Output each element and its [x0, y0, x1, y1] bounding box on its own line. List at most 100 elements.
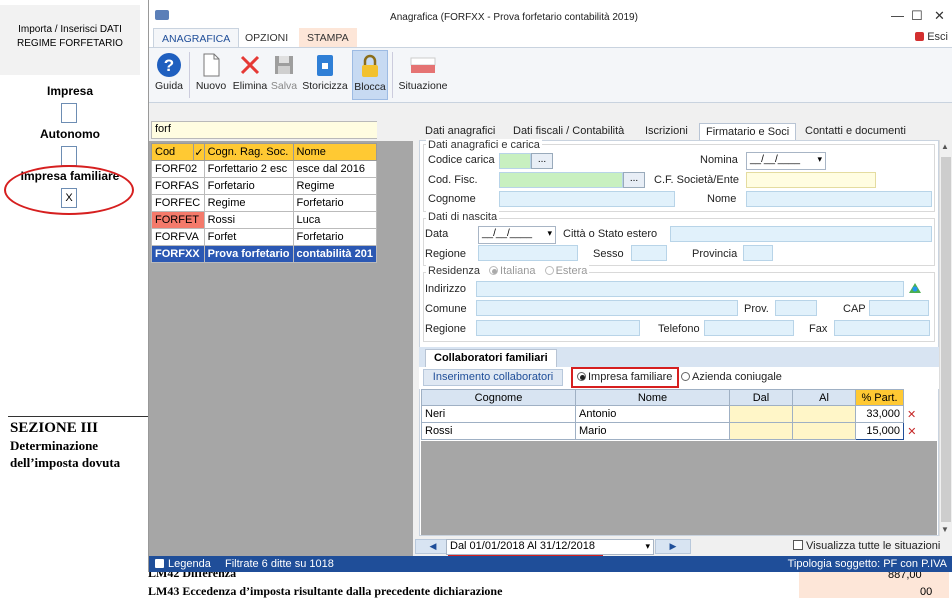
- period-value: Dal 01/01/2018 Al 31/12/2018: [450, 540, 595, 552]
- regione2-label: Regione: [425, 323, 466, 335]
- cell-nome[interactable]: Mario: [575, 422, 730, 440]
- section-title: SEZIONE III: [10, 420, 98, 436]
- lm42-value: 887,00: [888, 572, 922, 581]
- nome-field[interactable]: [746, 191, 932, 207]
- italiana-radio[interactable]: Italiana: [489, 265, 536, 277]
- tab-anagrafica[interactable]: ANAGRAFICA: [153, 28, 240, 48]
- tab-collaboratori-familiari[interactable]: Collaboratori familiari: [425, 349, 557, 367]
- indirizzo-label: Indirizzo: [425, 283, 466, 295]
- col-cogn[interactable]: Cogn. Rag. Soc.: [203, 143, 294, 161]
- situazione-button[interactable]: Situazione: [396, 50, 450, 100]
- inserimento-collaboratori-button[interactable]: Inserimento collaboratori: [423, 369, 563, 386]
- cod-fisc-field[interactable]: [499, 172, 623, 188]
- table-row[interactable]: Rossi Mario 15,000 ✕: [421, 422, 920, 440]
- regione2-field[interactable]: [476, 320, 640, 336]
- elimina-button[interactable]: Elimina: [231, 50, 269, 100]
- fax-field[interactable]: [834, 320, 930, 336]
- table-row[interactable]: FORFVA Forfet Forfetario: [151, 228, 378, 246]
- telefono-field[interactable]: [704, 320, 794, 336]
- table-row[interactable]: FORFET Rossi Luca: [151, 211, 378, 229]
- estera-radio[interactable]: Estera: [544, 265, 587, 277]
- row-cogn: Forfetario: [203, 177, 294, 195]
- cell-part[interactable]: 15,000: [855, 422, 904, 440]
- esci-button[interactable]: Esci: [915, 31, 948, 43]
- table-row[interactable]: FORFEC Regime Forfetario: [151, 194, 378, 212]
- cf-societa-field[interactable]: [746, 172, 876, 188]
- cell-cognome[interactable]: Rossi: [421, 422, 576, 440]
- cap-field[interactable]: [869, 300, 929, 316]
- salva-button[interactable]: Salva: [269, 50, 299, 100]
- col-check[interactable]: ✓: [193, 143, 205, 161]
- regione-field[interactable]: [478, 245, 578, 261]
- row-nome: Regime: [292, 177, 378, 195]
- birth-date-field[interactable]: __/__/____ ▾: [478, 226, 556, 244]
- col-part[interactable]: % Part.: [855, 389, 904, 406]
- minimize-button[interactable]: —: [891, 8, 904, 23]
- provincia-field[interactable]: [743, 245, 773, 261]
- codice-carica-field[interactable]: [499, 153, 531, 169]
- col-cognome[interactable]: Cognome: [421, 389, 576, 406]
- table-row[interactable]: FORFAS Forfetario Regime: [151, 177, 378, 195]
- close-button[interactable]: ✕: [934, 8, 945, 24]
- col-nome[interactable]: Nome: [575, 389, 730, 406]
- tab-contatti-documenti[interactable]: Contatti e documenti: [799, 123, 912, 141]
- scroll-up-icon[interactable]: ▲: [941, 142, 949, 151]
- search-input-area[interactable]: [205, 122, 377, 138]
- col-dal[interactable]: Dal: [729, 389, 793, 406]
- nuovo-button[interactable]: Nuovo: [193, 50, 229, 100]
- table-row-selected[interactable]: FORFXX Prova forfetario contabilità 201: [151, 245, 378, 263]
- scrollbar-thumb[interactable]: [941, 157, 951, 522]
- delete-row-icon[interactable]: ✕: [904, 423, 920, 440]
- guida-button[interactable]: ? Guida: [153, 50, 185, 100]
- legenda-link[interactable]: Legenda: [168, 556, 211, 572]
- blocca-button[interactable]: Blocca: [352, 50, 388, 100]
- azienda-coniugale-radio[interactable]: Azienda coniugale: [681, 371, 782, 383]
- cell-dal[interactable]: [729, 422, 793, 440]
- chevron-down-icon: ▾: [547, 228, 552, 238]
- table-row[interactable]: Neri Antonio 33,000 ✕: [421, 405, 920, 423]
- tab-firmatario-soci[interactable]: Firmatario e Soci: [699, 123, 797, 141]
- cell-al[interactable]: [792, 405, 856, 423]
- tab-iscrizioni[interactable]: Iscrizioni: [639, 123, 694, 141]
- col-nome[interactable]: Nome: [292, 143, 378, 161]
- impresa-familiare-radio[interactable]: Impresa familiare: [577, 371, 672, 383]
- col-cod[interactable]: Cod: [150, 143, 195, 161]
- nomina-date-field[interactable]: __/__/____ ▾: [746, 152, 826, 170]
- tab-opzioni[interactable]: OPZIONI: [237, 28, 296, 48]
- cognome-field[interactable]: [499, 191, 675, 207]
- delete-row-icon[interactable]: ✕: [904, 406, 920, 423]
- storicizza-button[interactable]: Storicizza: [300, 50, 350, 100]
- period-select[interactable]: Dal 01/01/2018 Al 31/12/2018 ▾: [446, 539, 654, 555]
- lm43-line: LM43 Eccedenza d’imposta risultante dall…: [148, 584, 503, 598]
- maximize-button[interactable]: ☐: [911, 8, 923, 24]
- cell-cognome[interactable]: Neri: [421, 405, 576, 423]
- legenda-icon: [155, 559, 164, 568]
- comune-field[interactable]: [476, 300, 738, 316]
- sesso-field[interactable]: [631, 245, 667, 261]
- prov-field[interactable]: [775, 300, 817, 316]
- citta-field[interactable]: [670, 226, 932, 242]
- cell-nome[interactable]: Antonio: [575, 405, 730, 423]
- tab-stampa[interactable]: STAMPA: [299, 28, 357, 48]
- checkbox-icon: [793, 540, 803, 550]
- indirizzo-field[interactable]: [476, 281, 904, 297]
- map-icon[interactable]: [908, 281, 922, 295]
- section-subtitle: Determinazione dell’imposta dovuta: [10, 438, 121, 470]
- col-al[interactable]: Al: [792, 389, 856, 406]
- show-all-checkbox[interactable]: Visualizza tutte le situazioni: [793, 540, 940, 552]
- cell-al[interactable]: [792, 422, 856, 440]
- codice-carica-label: Codice carica: [428, 154, 495, 166]
- nomina-date-value: __/__/____: [750, 154, 801, 165]
- scroll-down-icon[interactable]: ▼: [941, 525, 949, 534]
- cell-part[interactable]: 33,000: [855, 405, 904, 423]
- row-cogn: Forfettario 2 esc: [203, 160, 294, 178]
- cell-dal[interactable]: [729, 405, 793, 423]
- nomina-label: Nomina: [700, 154, 738, 166]
- next-period-button[interactable]: ▶: [655, 539, 691, 554]
- cod-fisc-lookup-button[interactable]: ...: [623, 172, 645, 188]
- storicizza-label: Storicizza: [302, 80, 348, 92]
- sesso-label: Sesso: [593, 248, 624, 260]
- radio-icon: [489, 266, 499, 275]
- table-row[interactable]: FORF02 Forfettario 2 esc esce dal 2016: [151, 160, 378, 178]
- codice-carica-lookup-button[interactable]: ...: [531, 153, 553, 169]
